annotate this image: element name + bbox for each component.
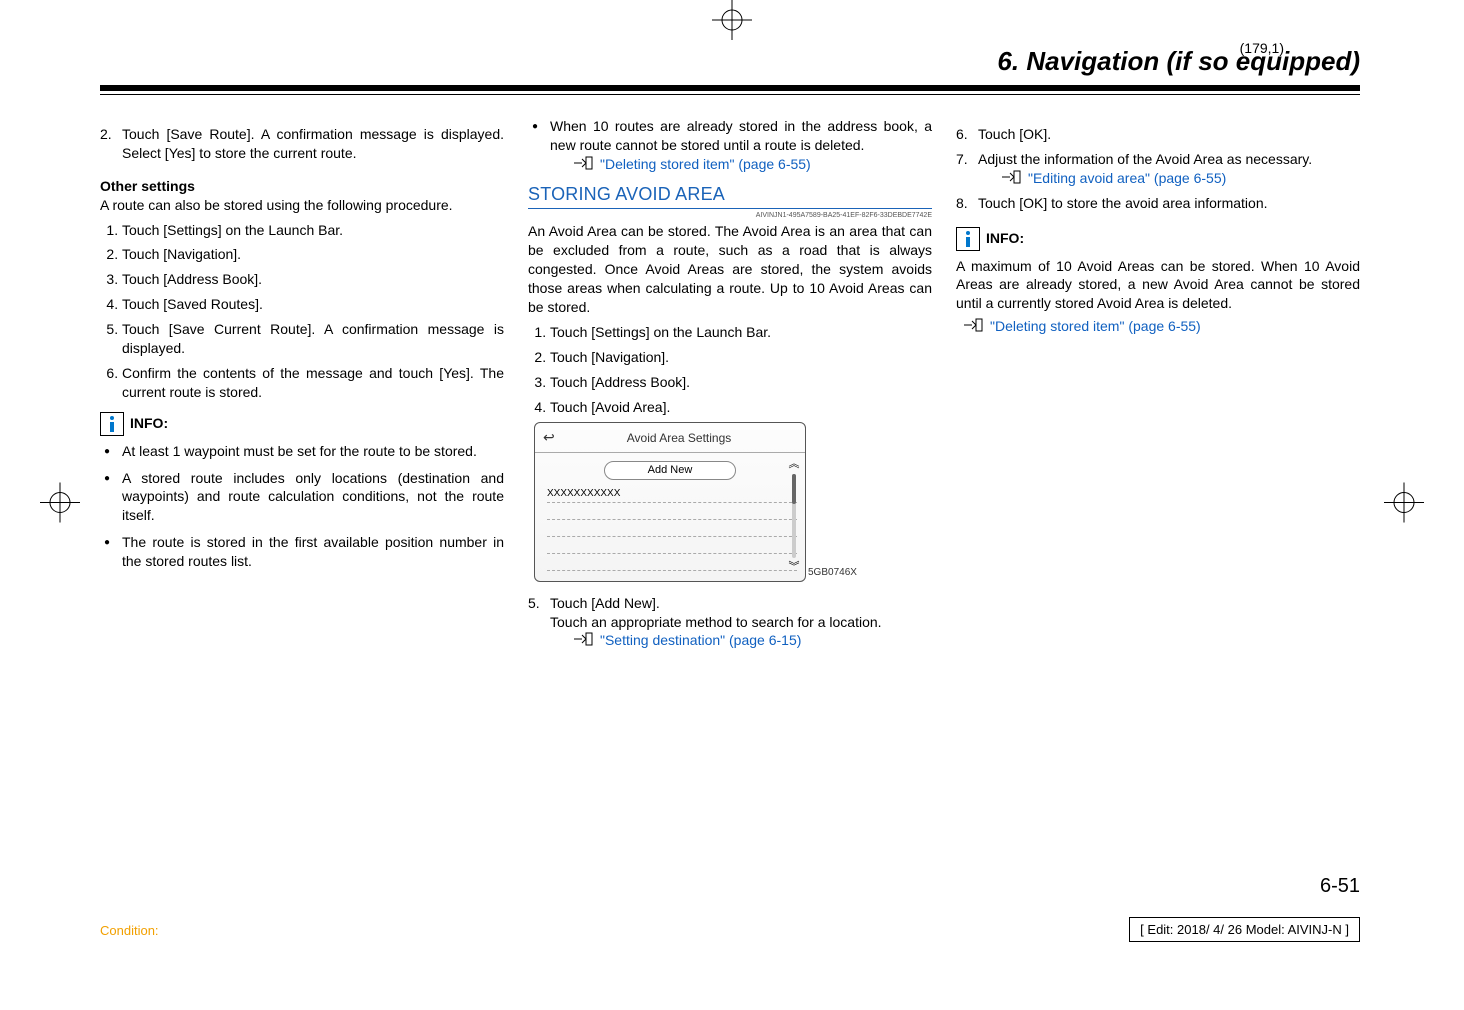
list-item[interactable] — [547, 554, 797, 571]
info-bullet-3: The route is stored in the first availab… — [100, 533, 504, 571]
pointer-icon — [1000, 169, 1022, 185]
image-code: 5GB0746X — [808, 566, 932, 580]
avoid-step-5b: Touch an appropriate method to search fo… — [550, 614, 882, 630]
avoid-step-7-text: Adjust the information of the Avoid Area… — [978, 151, 1312, 167]
other-step-4: Touch [Saved Routes]. — [122, 295, 504, 314]
info-label: INFO: — [130, 414, 168, 433]
setting-destination-link[interactable]: "Setting destination" (page 6-15) — [600, 631, 801, 650]
column-1: Touch [Save Route]. A confirmation messa… — [100, 111, 504, 664]
pointer-icon — [572, 631, 594, 647]
editing-avoid-area-link[interactable]: "Editing avoid area" (page 6-55) — [1028, 169, 1226, 188]
info-bullet-1: At least 1 waypoint must be set for the … — [100, 442, 504, 461]
list-item[interactable] — [547, 537, 797, 554]
list-item[interactable]: XXXXXXXXXXX — [547, 486, 797, 503]
rule-thin — [100, 94, 1360, 95]
avoid-step-5: Touch [Add New]. Touch an appropriate me… — [550, 594, 932, 651]
step-2: Touch [Save Route]. A confirmation messa… — [122, 125, 504, 163]
other-settings-heading: Other settings — [100, 177, 504, 196]
scroll-up-icon[interactable]: ︽ — [789, 457, 800, 472]
avoid-step-8: Touch [OK] to store the avoid area infor… — [978, 194, 1360, 213]
avoid-step-6: Touch [OK]. — [978, 125, 1360, 144]
rule-thick — [100, 85, 1360, 91]
column-2: When 10 routes are already stored in the… — [528, 111, 932, 664]
info-bullet-2: A stored route includes only locations (… — [100, 469, 504, 526]
deleting-stored-item-link[interactable]: "Deleting stored item" (page 6-55) — [600, 155, 811, 174]
pointer-icon — [572, 155, 594, 171]
avoid-step-5a: Touch [Add New]. — [550, 595, 660, 611]
other-settings-para: A route can also be stored using the fol… — [100, 196, 504, 215]
other-step-3: Touch [Address Book]. — [122, 270, 504, 289]
add-new-button[interactable]: Add New — [604, 461, 736, 480]
screenshot-title: Avoid Area Settings — [561, 430, 797, 446]
avoid-step-1: Touch [Settings] on the Launch Bar. — [550, 323, 932, 342]
routes-stored-bullet: When 10 routes are already stored in the… — [528, 117, 932, 174]
other-step-5: Touch [Save Current Route]. A confirmati… — [122, 320, 504, 358]
crop-mark-right — [1384, 483, 1424, 528]
avoid-step-7: Adjust the information of the Avoid Area… — [978, 150, 1360, 188]
avoid-step-4: Touch [Avoid Area]. — [550, 398, 932, 417]
info-para-3: A maximum of 10 Avoid Areas can be store… — [956, 257, 1360, 314]
other-step-1: Touch [Settings] on the Launch Bar. — [122, 221, 504, 240]
deleting-stored-item-link-2[interactable]: "Deleting stored item" (page 6-55) — [990, 317, 1201, 336]
column-3: Touch [OK]. Adjust the information of th… — [956, 111, 1360, 664]
edit-info: [ Edit: 2018/ 4/ 26 Model: AIVINJ-N ] — [1129, 917, 1360, 942]
storing-avoid-area-heading: STORING AVOID AREA — [528, 182, 932, 209]
avoid-step-3: Touch [Address Book]. — [550, 373, 932, 392]
pointer-icon — [962, 317, 984, 333]
section-title: 6. Navigation (if so equipped) — [100, 42, 1360, 83]
scroll-down-icon[interactable]: ︾ — [789, 560, 800, 575]
avoid-area-para: An Avoid Area can be stored. The Avoid A… — [528, 222, 932, 316]
scrollbar[interactable]: ︽ ︾ — [787, 457, 801, 575]
avoid-area-settings-screenshot: ↩ Avoid Area Settings Add New XXXXXXXXXX… — [534, 422, 806, 582]
info-label-3: INFO: — [986, 229, 1024, 248]
routes-stored-text: When 10 routes are already stored in the… — [550, 118, 932, 153]
avoid-step-2: Touch [Navigation]. — [550, 348, 932, 367]
list-item[interactable] — [547, 503, 797, 520]
condition-label: Condition: — [100, 923, 159, 938]
back-icon[interactable]: ↩ — [543, 428, 561, 447]
guid-code: AIVINJN1-495A7589-BA25-41EF-82F6-33DEBDE… — [528, 211, 932, 220]
crop-mark-left — [40, 483, 80, 528]
page-number: 6-51 — [1320, 875, 1360, 898]
list-item[interactable] — [547, 520, 797, 537]
other-step-2: Touch [Navigation]. — [122, 245, 504, 264]
crop-mark-top — [712, 0, 752, 45]
info-icon — [956, 227, 980, 251]
info-icon — [100, 412, 124, 436]
other-step-6: Confirm the contents of the message and … — [122, 364, 504, 402]
